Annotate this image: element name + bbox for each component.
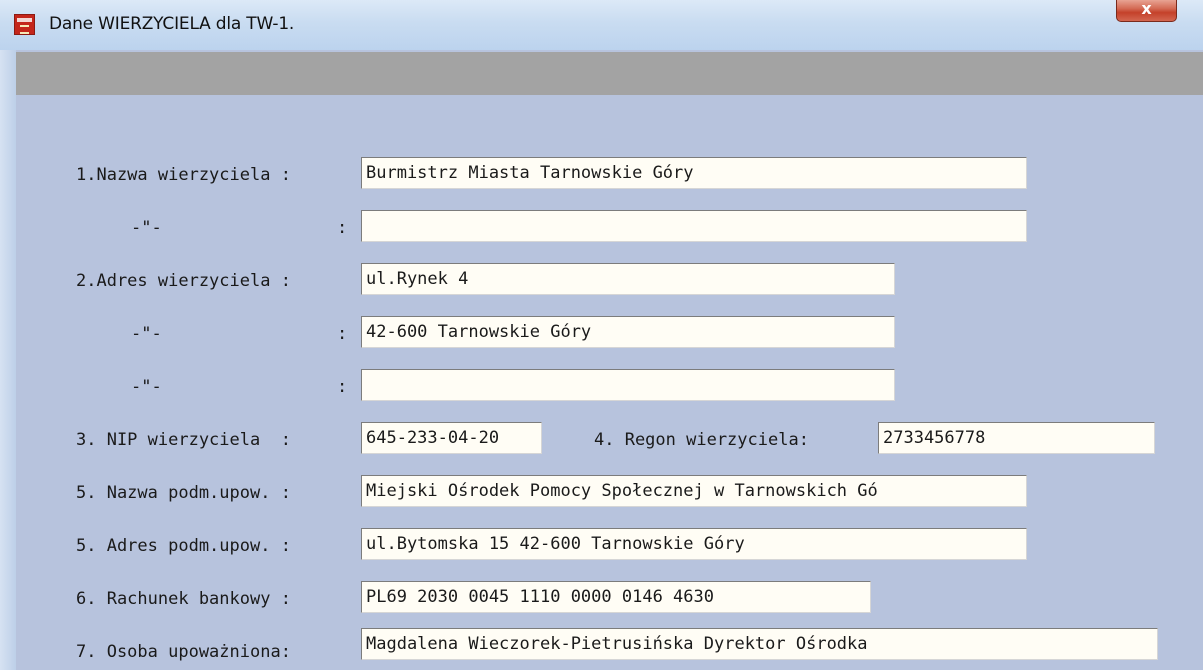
label-nazwa-continuation-colon: : [337,218,348,238]
label-regon: 4. Regon wierzyciela: [594,430,809,450]
label-adres-continuation-2: -"- [131,377,162,397]
close-icon: x [1141,0,1152,18]
input-regon[interactable]: 2733456778 [878,422,1155,454]
label-nazwa-wierzyciela: 1.Nazwa wierzyciela : [76,165,291,185]
input-adres-podm-upow[interactable]: ul.Bytomska 15 42-600 Tarnowskie Góry [361,528,1027,560]
label-adres-podm-upow: 5. Adres podm.upow. : [76,536,291,556]
input-adres-wierzyciela-2[interactable]: 42-600 Tarnowskie Góry [361,316,895,348]
label-nazwa-podm-upow: 5. Nazwa podm.upow. : [76,483,291,503]
window-frame-left [0,50,16,670]
input-nip[interactable]: 645-233-04-20 [361,422,542,454]
label-adres-continuation: -"- [131,324,162,344]
label-osoba-upowazniona: 7. Osoba upoważniona: [76,642,291,662]
label-adres-continuation-colon: : [337,324,348,344]
app-icon [14,14,35,35]
label-adres-continuation-2-colon: : [337,377,348,397]
input-nazwa-wierzyciela-2[interactable] [361,210,1027,242]
dialog-window: Dane WIERZYCIELA dla TW-1. x 1.Nazwa wie… [0,0,1203,670]
title-bar[interactable]: Dane WIERZYCIELA dla TW-1. x [0,0,1203,50]
input-nazwa-podm-upow[interactable]: Miejski Ośrodek Pomocy Społecznej w Tarn… [361,475,1027,507]
label-nazwa-continuation: -"- [131,218,162,238]
input-nazwa-wierzyciela[interactable]: Burmistrz Miasta Tarnowskie Góry [361,157,1027,189]
window-title: Dane WIERZYCIELA dla TW-1. [49,14,295,34]
toolbar-strip [16,52,1203,95]
label-nip: 3. NIP wierzyciela : [76,430,291,450]
input-adres-wierzyciela-3[interactable] [361,369,895,401]
close-button[interactable]: x [1116,0,1177,22]
label-adres-wierzyciela: 2.Adres wierzyciela : [76,271,291,291]
input-adres-wierzyciela[interactable]: ul.Rynek 4 [361,263,895,295]
input-osoba-upowazniona[interactable]: Magdalena Wieczorek-Pietrusińska Dyrekto… [361,628,1158,660]
label-rachunek-bankowy: 6. Rachunek bankowy : [76,589,291,609]
input-rachunek-bankowy[interactable]: PL69 2030 0045 1110 0000 0146 4630 [361,581,871,613]
